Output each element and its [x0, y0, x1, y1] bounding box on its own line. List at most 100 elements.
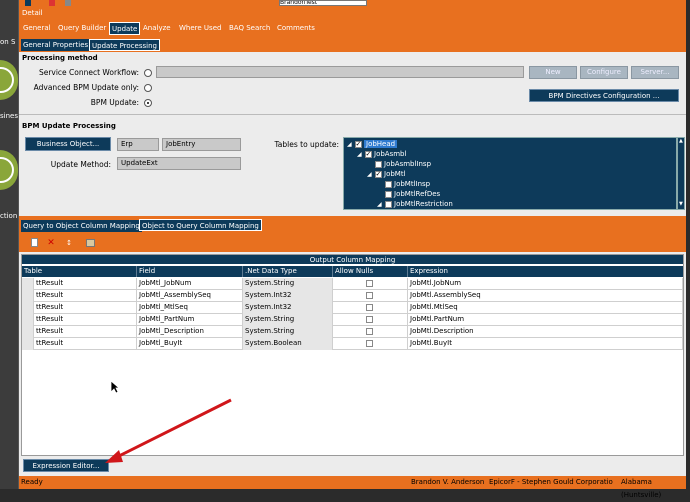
cell-field[interactable]: JobMtl_JobNum	[137, 278, 243, 290]
tree-item-jobmtlrefdes[interactable]: JobMtlRefDes	[385, 189, 440, 199]
tree-item-jobmtl[interactable]: ◢JobMtl	[367, 169, 406, 179]
tab-query-builder[interactable]: Query Builder	[56, 22, 108, 35]
tables-tree[interactable]: ◢JobHead ◢JobAsmbl JobAsmblInsp ◢JobMtl …	[343, 137, 677, 210]
server-button[interactable]: Server...	[631, 66, 679, 79]
row-selector[interactable]	[22, 302, 34, 314]
expression-editor-button[interactable]: Expression Editor...	[23, 459, 109, 472]
allow-nulls-checkbox[interactable]	[366, 292, 373, 299]
new-row-icon[interactable]	[29, 238, 39, 248]
table-row[interactable]: ttResult JobMtl_AssemblySeq System.Int32 Jo…	[22, 290, 683, 302]
scroll-up-icon[interactable]: ▲	[679, 139, 683, 144]
tree-item-jobhead[interactable]: ◢JobHead	[347, 139, 398, 150]
allow-nulls-checkbox[interactable]	[366, 316, 373, 323]
row-selector[interactable]	[22, 290, 34, 302]
checkbox[interactable]	[375, 169, 382, 179]
cell-allow-nulls[interactable]	[333, 290, 408, 302]
cell-table[interactable]: ttResult	[34, 314, 137, 326]
allow-nulls-checkbox[interactable]	[366, 340, 373, 347]
row-selector[interactable]	[22, 326, 34, 338]
table-row[interactable]: ttResult JobMtl_MtlSeq System.Int32 JobMtl.…	[22, 302, 683, 314]
update-method-field[interactable]: UpdateExt	[117, 157, 241, 170]
checkbox[interactable]	[385, 180, 392, 188]
cell-type[interactable]: System.Boolean	[243, 338, 333, 350]
cell-table[interactable]: ttResult	[34, 326, 137, 338]
expand-icon[interactable]: ◢	[347, 140, 355, 150]
cell-table[interactable]: ttResult	[34, 278, 137, 290]
col-header-table[interactable]: Table	[22, 266, 137, 277]
toolbar-icon[interactable]	[65, 0, 71, 6]
tab-analyze[interactable]: Analyze	[141, 22, 173, 35]
table-row[interactable]: ttResult JobMtl_PartNum System.String JobMt…	[22, 314, 683, 326]
tab-query-to-object[interactable]: Query to Object Column Mapping	[21, 220, 142, 232]
cell-type[interactable]: System.String	[243, 326, 333, 338]
table-row[interactable]: ttResult JobMtl_JobNum System.String JobMtl…	[22, 278, 683, 290]
cell-expression[interactable]: JobMtl.PartNum	[408, 314, 683, 326]
cell-field[interactable]: JobMtl_PartNum	[137, 314, 243, 326]
checkbox[interactable]	[385, 190, 392, 198]
table-row[interactable]: ttResult JobMtl_BuyIt System.Boolean JobMtl…	[22, 338, 683, 350]
tree-item-jobmtlinsp[interactable]: JobMtlInsp	[385, 179, 430, 189]
cell-type[interactable]: System.Int32	[243, 302, 333, 314]
bo-name-field[interactable]: JobEntry	[162, 138, 241, 151]
toolbar-icon[interactable]	[25, 0, 31, 6]
cell-expression[interactable]: JobMtl.Description	[408, 326, 683, 338]
scroll-down-icon[interactable]: ▼	[679, 202, 683, 207]
bo-system-field[interactable]: Erp	[117, 138, 159, 151]
row-selector[interactable]	[22, 278, 34, 290]
expand-icon[interactable]: ◢	[357, 150, 365, 160]
advanced-bpm-radio[interactable]	[144, 84, 152, 92]
allow-nulls-checkbox[interactable]	[366, 304, 373, 311]
row-selector[interactable]	[22, 338, 34, 350]
cell-type[interactable]: System.String	[243, 314, 333, 326]
business-object-button[interactable]: Business Object...	[25, 137, 111, 151]
tab-baq-search[interactable]: BAQ Search	[227, 22, 272, 35]
configure-button[interactable]: Configure	[580, 66, 628, 79]
cell-allow-nulls[interactable]	[333, 314, 408, 326]
cell-table[interactable]: ttResult	[34, 338, 137, 350]
cell-expression[interactable]: JobMtl.MtlSeq	[408, 302, 683, 314]
service-connect-radio[interactable]	[144, 69, 152, 77]
cell-field[interactable]: JobMtl_BuyIt	[137, 338, 243, 350]
tree-item-jobasmbl[interactable]: ◢JobAsmbl	[357, 149, 406, 159]
checkbox[interactable]	[375, 160, 382, 168]
col-header-type[interactable]: .Net Data Type	[243, 266, 333, 277]
row-selector[interactable]	[22, 314, 34, 326]
table-row[interactable]: ttResult JobMtl_Description System.String J…	[22, 326, 683, 338]
bpm-directives-button[interactable]: BPM Directives Configuration ...	[529, 89, 679, 102]
tab-update-processing[interactable]: Update Processing	[89, 39, 160, 51]
tree-scrollbar[interactable]: ▲ ▼	[677, 137, 685, 210]
checkbox[interactable]	[365, 149, 372, 159]
cell-type[interactable]: System.Int32	[243, 290, 333, 302]
tab-comments[interactable]: Comments	[275, 22, 317, 35]
tab-update[interactable]: Update	[109, 22, 141, 35]
tree-item-jobmtlrestriction[interactable]: ◢ JobMtlRestriction	[377, 199, 453, 209]
cell-field[interactable]: JobMtl_MtlSeq	[137, 302, 243, 314]
tab-object-to-query[interactable]: Object to Query Column Mapping	[139, 219, 262, 231]
sort-icon[interactable]: ↕	[64, 238, 74, 248]
checkbox[interactable]	[385, 200, 392, 208]
new-button[interactable]: New	[529, 66, 577, 79]
properties-icon[interactable]	[85, 238, 95, 248]
cell-allow-nulls[interactable]	[333, 278, 408, 290]
allow-nulls-checkbox[interactable]	[366, 280, 373, 287]
cell-table[interactable]: ttResult	[34, 302, 137, 314]
cell-expression[interactable]: JobMtl.AssemblySeq	[408, 290, 683, 302]
col-header-field[interactable]: Field	[137, 266, 243, 277]
delete-icon[interactable]: ✕	[46, 238, 56, 248]
expand-icon[interactable]: ◢	[377, 200, 385, 209]
workflow-field[interactable]	[156, 66, 524, 78]
delete-icon[interactable]	[49, 0, 55, 6]
expand-icon[interactable]: ◢	[367, 170, 375, 180]
cell-allow-nulls[interactable]	[333, 338, 408, 350]
cell-expression[interactable]: JobMtl.BuyIt	[408, 338, 683, 350]
tab-general-properties[interactable]: General Properties	[21, 39, 91, 51]
bpm-update-radio[interactable]	[144, 99, 152, 107]
checkbox[interactable]	[355, 139, 362, 149]
tab-general[interactable]: General	[21, 22, 53, 35]
query-id-field[interactable]: BrandonTest	[279, 0, 367, 6]
cell-field[interactable]: JobMtl_Description	[137, 326, 243, 338]
tab-where-used[interactable]: Where Used	[177, 22, 223, 35]
cell-expression[interactable]: JobMtl.JobNum	[408, 278, 683, 290]
cell-allow-nulls[interactable]	[333, 326, 408, 338]
cell-type[interactable]: System.String	[243, 278, 333, 290]
